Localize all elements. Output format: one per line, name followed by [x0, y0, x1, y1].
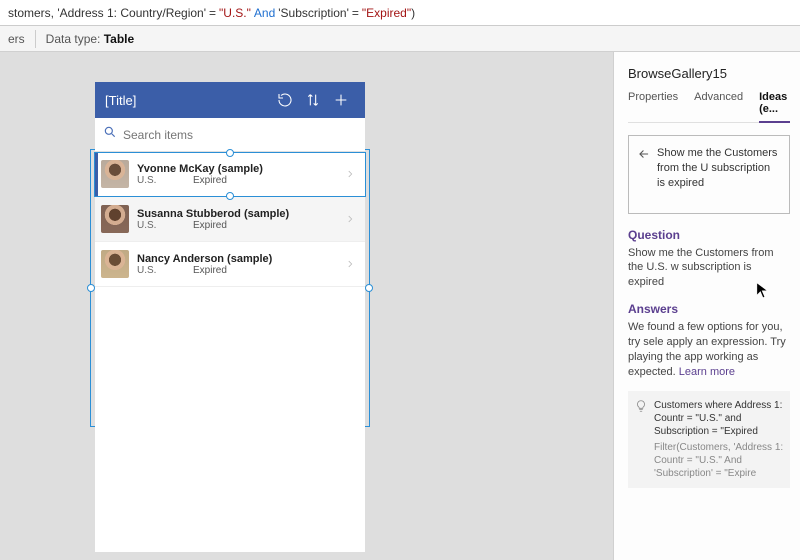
- row-status: Expired: [193, 175, 227, 186]
- answer-formula: Filter(Customers, 'Address 1: Countr = "…: [654, 441, 784, 480]
- formula-bar[interactable]: stomers, 'Address 1: Country/Region' = "…: [0, 0, 800, 26]
- row-location: U.S.: [137, 265, 193, 276]
- back-arrow-icon[interactable]: [637, 146, 651, 164]
- avatar: [101, 250, 129, 278]
- design-canvas[interactable]: [Title] Yvon: [0, 52, 613, 560]
- control-name: BrowseGallery15: [628, 66, 790, 81]
- tab-ideas[interactable]: Ideas (e...: [759, 91, 790, 123]
- mobile-preview[interactable]: [Title] Yvon: [95, 82, 365, 552]
- resize-handle-left[interactable]: [87, 284, 95, 292]
- search-row[interactable]: [95, 118, 365, 152]
- question-heading: Question: [628, 228, 790, 242]
- properties-panel: BrowseGallery15 Properties Advanced Idea…: [613, 52, 800, 560]
- learn-more-link[interactable]: Learn more: [679, 366, 735, 378]
- answer-card[interactable]: Customers where Address 1: Countr = "U.S…: [628, 391, 790, 488]
- row-name: Yvonne McKay (sample): [137, 163, 343, 175]
- list-item-text: Nancy Anderson (sample) U.S.Expired: [137, 253, 343, 276]
- chevron-right-icon[interactable]: [343, 257, 357, 271]
- row-status: Expired: [193, 265, 227, 276]
- app-title[interactable]: [Title]: [105, 93, 271, 108]
- gallery[interactable]: Yvonne McKay (sample) U.S.Expired Susann…: [95, 152, 365, 287]
- ideas-query-box[interactable]: Show me the Customers from the U subscri…: [628, 135, 790, 214]
- panel-tabs: Properties Advanced Ideas (e...: [628, 91, 790, 123]
- tab-advanced[interactable]: Advanced: [694, 91, 743, 122]
- row-name: Susanna Stubberod (sample): [137, 208, 343, 220]
- avatar: [101, 160, 129, 188]
- app-header: [Title]: [95, 82, 365, 118]
- avatar: [101, 205, 129, 233]
- sort-icon[interactable]: [299, 86, 327, 114]
- meta-bar: ers Data type: Table: [0, 26, 800, 52]
- answers-heading: Answers: [628, 302, 790, 316]
- question-text: Show me the Customers from the U.S. w su…: [628, 246, 790, 291]
- list-item[interactable]: Nancy Anderson (sample) U.S.Expired: [95, 242, 365, 287]
- query-text: Show me the Customers from the U subscri…: [657, 146, 781, 191]
- refresh-icon[interactable]: [271, 86, 299, 114]
- row-status: Expired: [193, 220, 227, 231]
- formula-text: stomers,: [8, 6, 54, 20]
- list-item-text: Yvonne McKay (sample) U.S.Expired: [137, 163, 343, 186]
- meta-ers: ers: [8, 32, 25, 46]
- list-item[interactable]: Susanna Stubberod (sample) U.S.Expired: [95, 197, 365, 242]
- row-name: Nancy Anderson (sample): [137, 253, 343, 265]
- add-icon[interactable]: [327, 86, 355, 114]
- datatype-value: Table: [104, 32, 134, 46]
- lightbulb-icon: [634, 399, 648, 480]
- answers-text: We found a few options for you, try sele…: [628, 320, 790, 379]
- list-item-text: Susanna Stubberod (sample) U.S.Expired: [137, 208, 343, 231]
- search-input[interactable]: [123, 128, 357, 142]
- resize-handle-right[interactable]: [365, 284, 373, 292]
- chevron-right-icon[interactable]: [343, 212, 357, 226]
- row-location: U.S.: [137, 220, 193, 231]
- chevron-right-icon[interactable]: [343, 167, 357, 181]
- search-icon: [103, 125, 117, 144]
- divider: [35, 30, 36, 48]
- answer-title: Customers where Address 1: Countr = "U.S…: [654, 399, 784, 438]
- row-location: U.S.: [137, 175, 193, 186]
- list-item[interactable]: Yvonne McKay (sample) U.S.Expired: [95, 152, 365, 197]
- tab-properties[interactable]: Properties: [628, 91, 678, 122]
- datatype-label: Data type:: [46, 32, 101, 46]
